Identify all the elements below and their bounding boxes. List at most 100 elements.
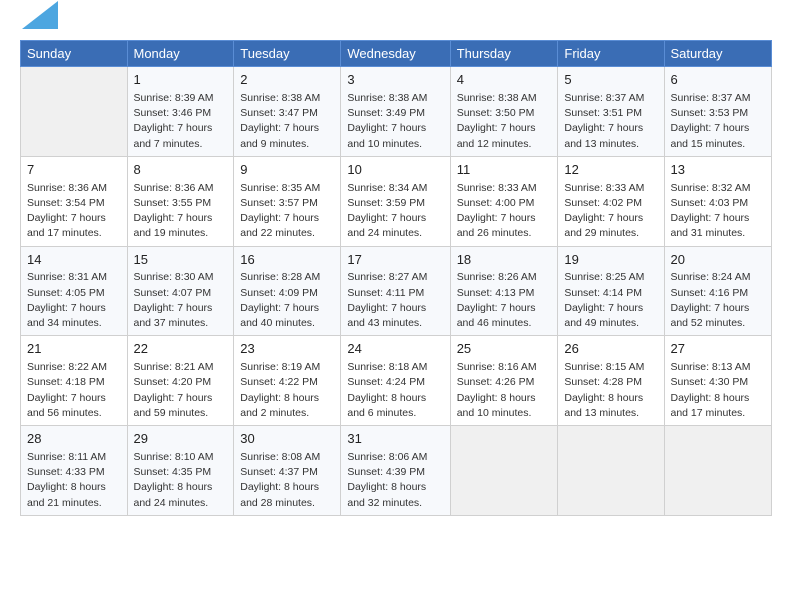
calendar-cell: 20Sunrise: 8:24 AM Sunset: 4:16 PM Dayli… <box>664 246 772 336</box>
calendar-cell: 15Sunrise: 8:30 AM Sunset: 4:07 PM Dayli… <box>127 246 234 336</box>
day-number: 24 <box>347 340 443 359</box>
cell-content: Sunrise: 8:39 AM Sunset: 3:46 PM Dayligh… <box>134 91 228 152</box>
calendar-cell: 1Sunrise: 8:39 AM Sunset: 3:46 PM Daylig… <box>127 67 234 157</box>
day-number: 12 <box>564 161 657 180</box>
cell-content: Sunrise: 8:31 AM Sunset: 4:05 PM Dayligh… <box>27 270 121 331</box>
calendar-cell <box>558 426 664 516</box>
calendar-cell: 8Sunrise: 8:36 AM Sunset: 3:55 PM Daylig… <box>127 156 234 246</box>
day-number: 28 <box>27 430 121 449</box>
calendar-cell: 19Sunrise: 8:25 AM Sunset: 4:14 PM Dayli… <box>558 246 664 336</box>
day-number: 6 <box>671 71 766 90</box>
cell-content: Sunrise: 8:15 AM Sunset: 4:28 PM Dayligh… <box>564 360 657 421</box>
calendar-cell: 12Sunrise: 8:33 AM Sunset: 4:02 PM Dayli… <box>558 156 664 246</box>
day-number: 27 <box>671 340 766 359</box>
weekday-header-sunday: Sunday <box>21 41 128 67</box>
cell-content: Sunrise: 8:22 AM Sunset: 4:18 PM Dayligh… <box>27 360 121 421</box>
cell-content: Sunrise: 8:32 AM Sunset: 4:03 PM Dayligh… <box>671 181 766 242</box>
day-number: 8 <box>134 161 228 180</box>
cell-content: Sunrise: 8:34 AM Sunset: 3:59 PM Dayligh… <box>347 181 443 242</box>
calendar-cell <box>21 67 128 157</box>
cell-content: Sunrise: 8:28 AM Sunset: 4:09 PM Dayligh… <box>240 270 334 331</box>
calendar-cell: 28Sunrise: 8:11 AM Sunset: 4:33 PM Dayli… <box>21 426 128 516</box>
day-number: 18 <box>457 251 552 270</box>
calendar-table: SundayMondayTuesdayWednesdayThursdayFrid… <box>20 40 772 516</box>
day-number: 10 <box>347 161 443 180</box>
cell-content: Sunrise: 8:37 AM Sunset: 3:53 PM Dayligh… <box>671 91 766 152</box>
calendar-cell: 17Sunrise: 8:27 AM Sunset: 4:11 PM Dayli… <box>341 246 450 336</box>
day-number: 30 <box>240 430 334 449</box>
cell-content: Sunrise: 8:33 AM Sunset: 4:02 PM Dayligh… <box>564 181 657 242</box>
cell-content: Sunrise: 8:37 AM Sunset: 3:51 PM Dayligh… <box>564 91 657 152</box>
cell-content: Sunrise: 8:38 AM Sunset: 3:49 PM Dayligh… <box>347 91 443 152</box>
weekday-header-tuesday: Tuesday <box>234 41 341 67</box>
cell-content: Sunrise: 8:10 AM Sunset: 4:35 PM Dayligh… <box>134 450 228 511</box>
calendar-cell: 22Sunrise: 8:21 AM Sunset: 4:20 PM Dayli… <box>127 336 234 426</box>
weekday-header-saturday: Saturday <box>664 41 772 67</box>
cell-content: Sunrise: 8:13 AM Sunset: 4:30 PM Dayligh… <box>671 360 766 421</box>
calendar-cell: 10Sunrise: 8:34 AM Sunset: 3:59 PM Dayli… <box>341 156 450 246</box>
calendar-cell: 16Sunrise: 8:28 AM Sunset: 4:09 PM Dayli… <box>234 246 341 336</box>
day-number: 13 <box>671 161 766 180</box>
cell-content: Sunrise: 8:08 AM Sunset: 4:37 PM Dayligh… <box>240 450 334 511</box>
day-number: 23 <box>240 340 334 359</box>
day-number: 14 <box>27 251 121 270</box>
calendar-cell: 14Sunrise: 8:31 AM Sunset: 4:05 PM Dayli… <box>21 246 128 336</box>
calendar-cell: 2Sunrise: 8:38 AM Sunset: 3:47 PM Daylig… <box>234 67 341 157</box>
day-number: 2 <box>240 71 334 90</box>
day-number: 26 <box>564 340 657 359</box>
day-number: 17 <box>347 251 443 270</box>
cell-content: Sunrise: 8:16 AM Sunset: 4:26 PM Dayligh… <box>457 360 552 421</box>
day-number: 9 <box>240 161 334 180</box>
day-number: 25 <box>457 340 552 359</box>
logo <box>20 10 58 34</box>
cell-content: Sunrise: 8:33 AM Sunset: 4:00 PM Dayligh… <box>457 181 552 242</box>
cell-content: Sunrise: 8:35 AM Sunset: 3:57 PM Dayligh… <box>240 181 334 242</box>
calendar-cell: 3Sunrise: 8:38 AM Sunset: 3:49 PM Daylig… <box>341 67 450 157</box>
cell-content: Sunrise: 8:11 AM Sunset: 4:33 PM Dayligh… <box>27 450 121 511</box>
calendar-cell: 11Sunrise: 8:33 AM Sunset: 4:00 PM Dayli… <box>450 156 558 246</box>
calendar-cell: 30Sunrise: 8:08 AM Sunset: 4:37 PM Dayli… <box>234 426 341 516</box>
weekday-header-friday: Friday <box>558 41 664 67</box>
calendar-cell: 21Sunrise: 8:22 AM Sunset: 4:18 PM Dayli… <box>21 336 128 426</box>
day-number: 7 <box>27 161 121 180</box>
calendar-cell: 18Sunrise: 8:26 AM Sunset: 4:13 PM Dayli… <box>450 246 558 336</box>
day-number: 31 <box>347 430 443 449</box>
calendar-cell: 24Sunrise: 8:18 AM Sunset: 4:24 PM Dayli… <box>341 336 450 426</box>
cell-content: Sunrise: 8:36 AM Sunset: 3:55 PM Dayligh… <box>134 181 228 242</box>
calendar-week-row: 7Sunrise: 8:36 AM Sunset: 3:54 PM Daylig… <box>21 156 772 246</box>
calendar-cell: 27Sunrise: 8:13 AM Sunset: 4:30 PM Dayli… <box>664 336 772 426</box>
cell-content: Sunrise: 8:18 AM Sunset: 4:24 PM Dayligh… <box>347 360 443 421</box>
day-number: 3 <box>347 71 443 90</box>
calendar-cell: 25Sunrise: 8:16 AM Sunset: 4:26 PM Dayli… <box>450 336 558 426</box>
calendar-week-row: 1Sunrise: 8:39 AM Sunset: 3:46 PM Daylig… <box>21 67 772 157</box>
cell-content: Sunrise: 8:36 AM Sunset: 3:54 PM Dayligh… <box>27 181 121 242</box>
calendar-cell: 26Sunrise: 8:15 AM Sunset: 4:28 PM Dayli… <box>558 336 664 426</box>
day-number: 4 <box>457 71 552 90</box>
cell-content: Sunrise: 8:06 AM Sunset: 4:39 PM Dayligh… <box>347 450 443 511</box>
calendar-week-row: 21Sunrise: 8:22 AM Sunset: 4:18 PM Dayli… <box>21 336 772 426</box>
calendar-cell: 9Sunrise: 8:35 AM Sunset: 3:57 PM Daylig… <box>234 156 341 246</box>
cell-content: Sunrise: 8:21 AM Sunset: 4:20 PM Dayligh… <box>134 360 228 421</box>
day-number: 1 <box>134 71 228 90</box>
day-number: 19 <box>564 251 657 270</box>
calendar-cell: 7Sunrise: 8:36 AM Sunset: 3:54 PM Daylig… <box>21 156 128 246</box>
calendar-cell: 6Sunrise: 8:37 AM Sunset: 3:53 PM Daylig… <box>664 67 772 157</box>
cell-content: Sunrise: 8:19 AM Sunset: 4:22 PM Dayligh… <box>240 360 334 421</box>
cell-content: Sunrise: 8:26 AM Sunset: 4:13 PM Dayligh… <box>457 270 552 331</box>
calendar-cell <box>664 426 772 516</box>
cell-content: Sunrise: 8:25 AM Sunset: 4:14 PM Dayligh… <box>564 270 657 331</box>
day-number: 11 <box>457 161 552 180</box>
cell-content: Sunrise: 8:30 AM Sunset: 4:07 PM Dayligh… <box>134 270 228 331</box>
day-number: 29 <box>134 430 228 449</box>
weekday-header-thursday: Thursday <box>450 41 558 67</box>
day-number: 22 <box>134 340 228 359</box>
calendar-cell: 23Sunrise: 8:19 AM Sunset: 4:22 PM Dayli… <box>234 336 341 426</box>
calendar-cell <box>450 426 558 516</box>
calendar-cell: 4Sunrise: 8:38 AM Sunset: 3:50 PM Daylig… <box>450 67 558 157</box>
calendar-cell: 31Sunrise: 8:06 AM Sunset: 4:39 PM Dayli… <box>341 426 450 516</box>
weekday-header-monday: Monday <box>127 41 234 67</box>
cell-content: Sunrise: 8:27 AM Sunset: 4:11 PM Dayligh… <box>347 270 443 331</box>
weekday-header-wednesday: Wednesday <box>341 41 450 67</box>
day-number: 21 <box>27 340 121 359</box>
logo-icon <box>22 1 58 29</box>
